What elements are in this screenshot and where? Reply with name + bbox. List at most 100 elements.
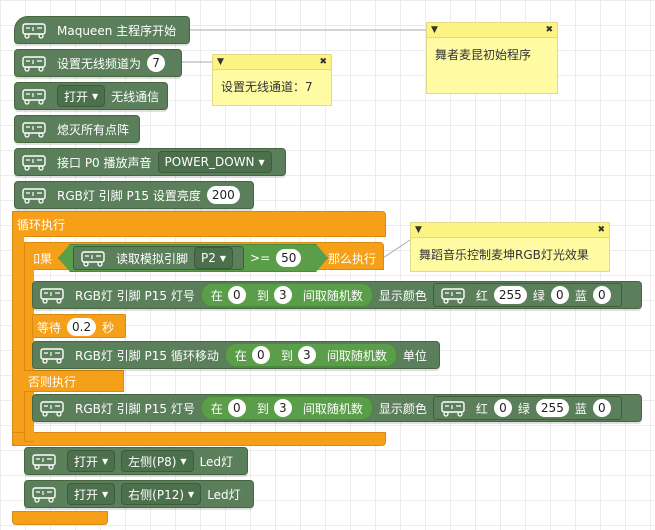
to-label: 到 [280,348,293,363]
wait-row: 等待 0.2 秒 [37,318,114,336]
read-analog-block[interactable]: 读取模拟引脚 P2 ▼ [73,246,244,270]
rgb-color-block[interactable]: 红 0 绿 255 蓝 0 [432,396,622,420]
car-icon [78,248,108,268]
led-label: Led灯 [199,454,234,469]
comment-note-2[interactable]: ▼ ✖ 设置无线通道：7 [212,54,332,106]
comment-note-1[interactable]: ▼ ✖ 舞者麦昆初始程序 [426,22,558,94]
rgb-brightness-label: RGB灯 引脚 P15 设置亮度 [57,188,201,203]
compare-operator[interactable]: >= [250,251,270,265]
car-icon [19,20,49,40]
led-label: Led灯 [207,487,241,502]
clear-leds-block[interactable]: 熄灭所有点阵 [14,115,140,143]
random-max-input[interactable]: 3 [273,399,292,417]
car-icon [19,152,49,172]
blue-label: 蓝 [574,401,587,416]
sound-dropdown[interactable]: POWER_DOWN ▼ [157,151,272,173]
show-color-label: 显示颜色 [378,288,427,303]
close-icon[interactable]: ✖ [319,57,327,67]
red-label: 红 [475,401,488,416]
open-dropdown[interactable]: 打开 ▼ [67,450,116,472]
close-icon[interactable]: ✖ [545,25,553,35]
random-min-input[interactable]: 0 [251,346,270,364]
car-icon [19,86,49,106]
play-sound-block[interactable]: 接口 P0 播放声音 POWER_DOWN ▼ [14,148,286,176]
car-icon [37,345,67,365]
loop-block-top[interactable] [12,211,386,237]
random-block[interactable]: 在 0 到 3 间取随机数 [200,283,373,307]
green-label: 绿 [517,401,530,416]
left-side-dropdown[interactable]: 左侧(P8) ▼ [121,450,194,472]
loop-block-end [12,511,108,525]
rgb-color-block[interactable]: 红 255 绿 0 蓝 0 [432,283,622,307]
set-channel-block[interactable]: 设置无线频道为 7 [14,49,182,77]
car-icon [19,53,49,73]
at-label: 在 [234,348,247,363]
collapse-icon[interactable]: ▼ [415,225,422,235]
rgb-brightness-block[interactable]: RGB灯 引脚 P15 设置亮度 200 [14,181,254,209]
random-block[interactable]: 在 0 到 3 间取随机数 [200,396,373,420]
car-icon [29,484,59,504]
rgb-led-random-block[interactable]: RGB灯 引脚 P15 灯号 在 0 到 3 间取随机数 显示颜色 红 255 … [32,281,642,309]
blue-input[interactable]: 0 [592,286,611,304]
brightness-input[interactable]: 200 [206,186,240,204]
else-label: 否则执行 [28,375,77,389]
random-max-input[interactable]: 3 [297,346,316,364]
loop-label: 循环执行 [17,218,66,232]
condition-block[interactable]: 读取模拟引脚 P2 ▼ >= 50 [58,244,328,272]
rgb-led-label: RGB灯 引脚 P15 灯号 [75,401,195,416]
random-label: 间取随机数 [326,348,387,363]
red-input[interactable]: 0 [493,399,512,417]
pin-dropdown[interactable]: P2 ▼ [194,247,233,269]
unit-label: 单位 [402,348,427,363]
wireless-label: 无线通信 [111,89,160,104]
set-channel-label: 设置无线频道为 [57,56,142,71]
left-led-block[interactable]: 打开 ▼ 左侧(P8) ▼ Led灯 [24,447,248,475]
car-icon [37,398,67,418]
red-input[interactable]: 255 [493,286,527,304]
right-led-block[interactable]: 打开 ▼ 右侧(P12) ▼ Led灯 [24,480,254,508]
collapse-icon[interactable]: ▼ [431,25,438,35]
open-dropdown[interactable]: 打开 ▼ [57,85,106,107]
car-icon [29,451,59,471]
play-sound-label: 接口 P0 播放声音 [57,155,152,170]
to-label: 到 [256,401,269,416]
rgb-shift-block[interactable]: RGB灯 引脚 P15 循环移动 在 0 到 3 间取随机数 单位 [32,341,440,369]
green-label: 绿 [532,288,545,303]
red-label: 红 [475,288,488,303]
random-label: 间取随机数 [302,288,363,303]
at-label: 在 [210,288,223,303]
close-icon[interactable]: ✖ [597,225,605,235]
right-side-dropdown[interactable]: 右侧(P12) ▼ [121,483,202,505]
threshold-input[interactable]: 50 [276,249,301,267]
start-block[interactable]: Maqueen 主程序开始 [14,16,190,44]
rgb-led-random-block-else[interactable]: RGB灯 引脚 P15 灯号 在 0 到 3 间取随机数 显示颜色 红 0 绿 … [32,394,642,422]
read-analog-label: 读取模拟引脚 [116,251,189,266]
rgb-shift-label: RGB灯 引脚 P15 循环移动 [75,348,219,363]
blue-input[interactable]: 0 [592,399,611,417]
green-input[interactable]: 0 [550,286,569,304]
start-label: Maqueen 主程序开始 [57,23,177,38]
loop-block-bottom [12,432,386,446]
open-dropdown[interactable]: 打开 ▼ [67,483,116,505]
comment-text[interactable]: 设置无线通道：7 [213,70,331,103]
loop-block-side [12,211,24,446]
car-icon [438,398,468,418]
at-label: 在 [210,401,223,416]
random-min-input[interactable]: 0 [227,399,246,417]
random-block[interactable]: 在 0 到 3 间取随机数 [224,343,397,367]
wait-input[interactable]: 0.2 [67,318,97,336]
rgb-led-label: RGB灯 引脚 P15 灯号 [75,288,195,303]
random-max-input[interactable]: 3 [273,286,292,304]
car-icon [438,285,468,305]
channel-input[interactable]: 7 [147,54,166,72]
green-input[interactable]: 255 [535,399,569,417]
random-min-input[interactable]: 0 [227,286,246,304]
comment-text[interactable]: 舞蹈音乐控制麦坤RGB灯光效果 [411,238,609,271]
blue-label: 蓝 [574,288,587,303]
comment-text[interactable]: 舞者麦昆初始程序 [427,38,557,71]
comment-note-3[interactable]: ▼ ✖ 舞蹈音乐控制麦坤RGB灯光效果 [410,222,610,272]
collapse-icon[interactable]: ▼ [217,57,224,67]
car-icon [37,285,67,305]
wireless-block[interactable]: 打开 ▼ 无线通信 [14,82,168,110]
show-color-label: 显示颜色 [378,401,427,416]
